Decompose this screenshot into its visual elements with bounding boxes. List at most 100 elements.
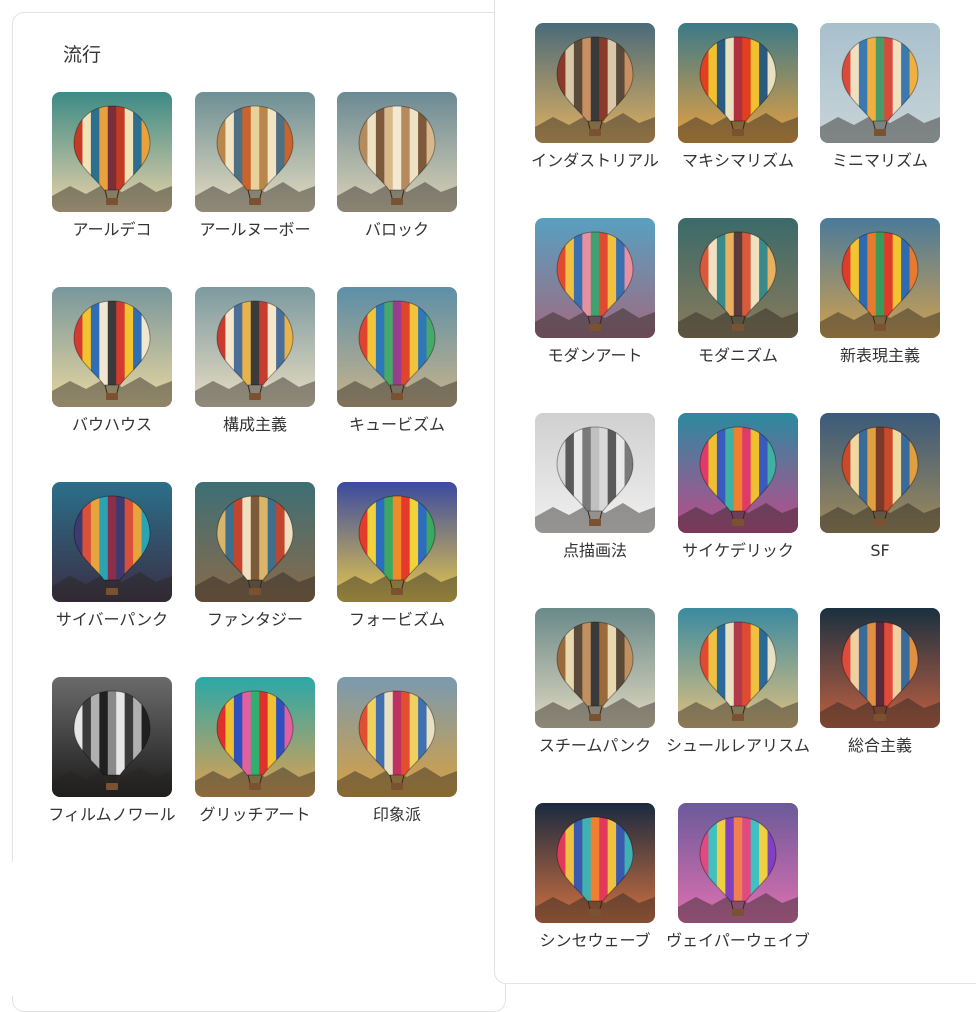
style-label: SF	[870, 541, 890, 560]
style-option[interactable]: シュールレアリスム	[658, 608, 818, 778]
style-thumbnail[interactable]	[337, 677, 457, 797]
balloon-thumbnail-icon	[52, 287, 172, 407]
balloon-thumbnail-icon	[535, 218, 655, 338]
balloon-thumbnail-icon	[820, 608, 940, 728]
style-label: フォービズム	[348, 610, 445, 629]
style-option[interactable]: 総合主義	[800, 608, 960, 778]
style-label: 点描画法	[562, 541, 627, 560]
style-thumbnail[interactable]	[337, 92, 457, 212]
style-label: アールデコ	[72, 220, 152, 239]
style-label: フィルムノワール	[48, 805, 176, 824]
style-thumbnail[interactable]	[535, 23, 655, 143]
style-label: 構成主義	[222, 415, 287, 434]
balloon-thumbnail-icon	[820, 413, 940, 533]
style-option[interactable]: マキシマリズム	[658, 23, 818, 193]
style-label: 新表現主義	[839, 346, 920, 365]
balloon-thumbnail-icon	[337, 287, 457, 407]
style-option[interactable]: アールデコ	[32, 92, 192, 262]
style-option[interactable]: シンセウェーブ	[515, 803, 675, 973]
style-label: シンセウェーブ	[539, 931, 651, 950]
style-option[interactable]: インダストリアル	[515, 23, 675, 193]
panel-clip	[0, 862, 488, 996]
style-option[interactable]: 新表現主義	[800, 218, 960, 388]
style-option[interactable]: アールヌーボー	[175, 92, 335, 262]
balloon-thumbnail-icon	[535, 23, 655, 143]
style-label: キュービズム	[348, 415, 445, 434]
style-label: グリッチアート	[199, 805, 311, 824]
style-thumbnail[interactable]	[195, 482, 315, 602]
style-thumbnail[interactable]	[52, 677, 172, 797]
style-thumbnail[interactable]	[535, 413, 655, 533]
style-option[interactable]: サイケデリック	[658, 413, 818, 583]
style-option[interactable]: 印象派	[317, 677, 477, 847]
style-option[interactable]: 構成主義	[175, 287, 335, 457]
style-thumbnail[interactable]	[678, 23, 798, 143]
balloon-thumbnail-icon	[337, 92, 457, 212]
style-option[interactable]: キュービズム	[317, 287, 477, 457]
style-label: バウハウス	[71, 415, 152, 434]
balloon-thumbnail-icon	[820, 23, 940, 143]
style-option[interactable]: サイバーパンク	[32, 482, 192, 652]
balloon-thumbnail-icon	[195, 482, 315, 602]
style-thumbnail[interactable]	[535, 803, 655, 923]
style-thumbnail[interactable]	[52, 482, 172, 602]
style-label: シュールレアリスム	[665, 736, 810, 755]
balloon-thumbnail-icon	[678, 608, 798, 728]
balloon-thumbnail-icon	[195, 92, 315, 212]
style-label: ヴェイパーウェイブ	[666, 931, 810, 950]
style-option[interactable]: バウハウス	[32, 287, 192, 457]
style-thumbnail[interactable]	[337, 482, 457, 602]
style-option[interactable]: スチームパンク	[515, 608, 675, 778]
style-thumbnail[interactable]	[52, 287, 172, 407]
balloon-thumbnail-icon	[678, 803, 798, 923]
balloon-thumbnail-icon	[337, 677, 457, 797]
style-label: 総合主義	[847, 736, 912, 755]
balloon-thumbnail-icon	[337, 482, 457, 602]
style-label: スチームパンク	[538, 736, 652, 755]
style-thumbnail[interactable]	[820, 23, 940, 143]
style-thumbnail[interactable]	[820, 218, 940, 338]
style-label: 印象派	[372, 805, 421, 824]
style-label: サイケデリック	[682, 541, 794, 560]
style-option[interactable]: モダニズム	[658, 218, 818, 388]
style-option[interactable]: SF	[800, 413, 960, 583]
style-option[interactable]: ヴェイパーウェイブ	[658, 803, 818, 973]
style-thumbnail[interactable]	[337, 287, 457, 407]
style-label: サイバーパンク	[55, 610, 169, 629]
style-thumbnail[interactable]	[678, 218, 798, 338]
style-thumbnail[interactable]	[52, 92, 172, 212]
style-option[interactable]: ミニマリズム	[800, 23, 960, 193]
style-option[interactable]: グリッチアート	[175, 677, 335, 847]
balloon-thumbnail-icon	[535, 608, 655, 728]
balloon-thumbnail-icon	[195, 677, 315, 797]
balloon-thumbnail-icon	[52, 482, 172, 602]
style-thumbnail[interactable]	[820, 413, 940, 533]
style-label: モダンアート	[547, 346, 643, 365]
style-option[interactable]: フィルムノワール	[32, 677, 192, 847]
balloon-thumbnail-icon	[678, 413, 798, 533]
balloon-thumbnail-icon	[52, 92, 172, 212]
style-thumbnail[interactable]	[678, 608, 798, 728]
balloon-thumbnail-icon	[195, 287, 315, 407]
style-thumbnail[interactable]	[678, 803, 798, 923]
style-label: モダニズム	[697, 346, 778, 365]
style-label: ファンタジー	[206, 610, 303, 629]
style-label: インダストリアル	[531, 151, 659, 170]
style-option[interactable]: バロック	[317, 92, 477, 262]
style-thumbnail[interactable]	[678, 413, 798, 533]
style-thumbnail[interactable]	[195, 677, 315, 797]
balloon-thumbnail-icon	[52, 677, 172, 797]
style-thumbnail[interactable]	[195, 92, 315, 212]
style-thumbnail[interactable]	[820, 608, 940, 728]
style-label: マキシマリズム	[681, 151, 794, 170]
style-option[interactable]: 点描画法	[515, 413, 675, 583]
style-label: アールヌーボー	[199, 220, 311, 239]
style-thumbnail[interactable]	[535, 608, 655, 728]
style-thumbnail[interactable]	[535, 218, 655, 338]
style-option[interactable]: ファンタジー	[175, 482, 335, 652]
balloon-thumbnail-icon	[535, 413, 655, 533]
style-option[interactable]: モダンアート	[515, 218, 675, 388]
style-label: ミニマリズム	[831, 151, 928, 170]
style-option[interactable]: フォービズム	[317, 482, 477, 652]
style-thumbnail[interactable]	[195, 287, 315, 407]
